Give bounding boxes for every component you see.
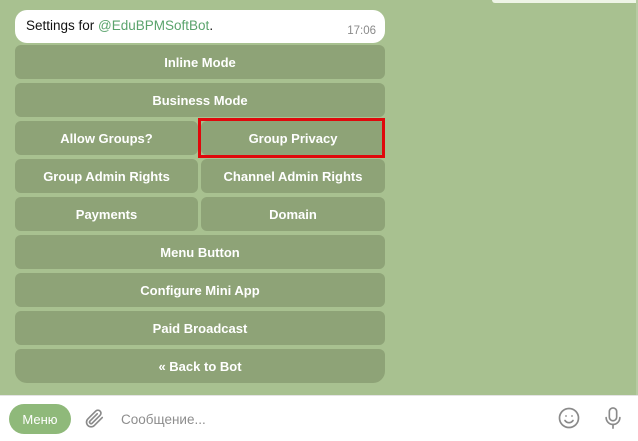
smile-icon[interactable]	[556, 405, 582, 431]
chat-area: Settings for @EduBPMSoftBot. 17:06 Inlin…	[0, 0, 638, 395]
message-text: Settings for @EduBPMSoftBot.	[26, 18, 213, 33]
menu-button-settings-button[interactable]: Menu Button	[15, 235, 385, 269]
group-admin-rights-button[interactable]: Group Admin Rights	[15, 159, 198, 193]
message-prefix: Settings for	[26, 18, 99, 33]
previous-message-bubble-edge	[492, 0, 638, 3]
microphone-icon[interactable]	[601, 404, 625, 432]
group-privacy-button[interactable]: Group Privacy	[201, 121, 385, 155]
message-input[interactable]	[113, 404, 533, 434]
bot-mention-link[interactable]: @EduBPMSoftBot	[98, 18, 209, 33]
bot-message-bubble: Settings for @EduBPMSoftBot. 17:06	[15, 10, 385, 43]
message-suffix: .	[209, 18, 214, 33]
domain-button[interactable]: Domain	[201, 197, 385, 231]
message-composer: Меню	[0, 395, 638, 441]
configure-mini-app-button[interactable]: Configure Mini App	[15, 273, 385, 307]
paid-broadcast-button[interactable]: Paid Broadcast	[15, 311, 385, 345]
business-mode-button[interactable]: Business Mode	[15, 83, 385, 117]
allow-groups-button[interactable]: Allow Groups?	[15, 121, 198, 155]
back-to-bot-button[interactable]: « Back to Bot	[15, 349, 385, 383]
bot-menu-button[interactable]: Меню	[9, 404, 71, 434]
message-timestamp: 17:06	[347, 25, 376, 37]
payments-button[interactable]: Payments	[15, 197, 198, 231]
paperclip-icon[interactable]	[81, 405, 107, 431]
inline-mode-button[interactable]: Inline Mode	[15, 45, 385, 79]
channel-admin-rights-button[interactable]: Channel Admin Rights	[201, 159, 385, 193]
